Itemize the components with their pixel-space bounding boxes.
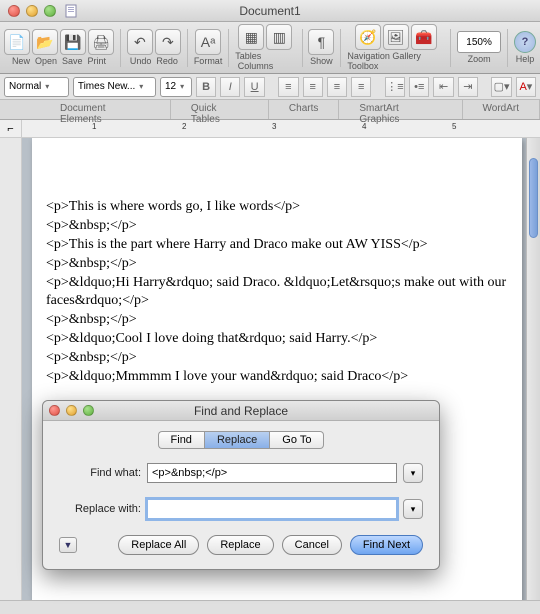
doc-line[interactable]: <p>&ldquo;Hi Harry&rdquo; said Draco. &l… <box>46 274 508 312</box>
tab-find[interactable]: Find <box>158 431 204 449</box>
align-left-button[interactable]: ≡ <box>278 77 298 97</box>
undo-button[interactable]: ↶ <box>127 29 153 55</box>
format-toolbar: Normal▾ Times New...▾ 12▾ B I U ≡ ≡ ≡ ≡ … <box>0 74 540 100</box>
tab-wordart[interactable]: WordArt <box>463 100 540 119</box>
columns-button[interactable]: ▥ <box>266 24 292 50</box>
replace-with-label: Replace with: <box>59 503 141 515</box>
main-toolbar: 📄 📂 💾 🖨 New Open Save Print ↶ ↷ Undo Red… <box>0 22 540 74</box>
show-button[interactable]: ¶ <box>308 29 334 55</box>
minimize-window-button[interactable] <box>26 5 38 17</box>
italic-button[interactable]: I <box>220 77 240 97</box>
scrollbar-thumb[interactable] <box>529 158 538 238</box>
underline-button[interactable]: U <box>244 77 264 97</box>
help-button[interactable]: ? <box>514 31 536 53</box>
highlight-button[interactable]: ▢▾ <box>491 77 511 97</box>
align-right-button[interactable]: ≡ <box>327 77 347 97</box>
doc-line[interactable]: <p>&nbsp;</p> <box>46 349 508 368</box>
cancel-button[interactable]: Cancel <box>282 535 342 555</box>
tab-goto[interactable]: Go To <box>270 431 324 449</box>
doc-line[interactable]: <p>&nbsp;</p> <box>46 255 508 274</box>
numbered-list-button[interactable]: ⋮≡ <box>385 77 405 97</box>
save-button[interactable]: 💾 <box>60 29 86 55</box>
dialog-minimize-button[interactable] <box>66 405 77 416</box>
align-center-button[interactable]: ≡ <box>303 77 323 97</box>
tab-document-elements[interactable]: Document Elements <box>40 100 171 119</box>
doc-line[interactable]: <p>This is the part where Harry and Drac… <box>46 236 508 255</box>
find-replace-dialog: Find and Replace Find Replace Go To Find… <box>42 400 440 570</box>
indent-button[interactable]: ⇥ <box>458 77 478 97</box>
doc-line[interactable]: <p>&ldquo;Mmmmm I love your wand&rdquo; … <box>46 368 508 387</box>
find-history-dropdown[interactable]: ▾ <box>403 463 423 483</box>
gallery-button[interactable]: 🖼 <box>383 24 409 50</box>
redo-button[interactable]: ↷ <box>155 29 181 55</box>
new-button[interactable]: 📄 <box>4 29 30 55</box>
font-combo[interactable]: Times New...▾ <box>73 77 156 97</box>
vertical-scrollbar[interactable] <box>526 138 540 600</box>
format-button[interactable]: Aᵃ <box>195 29 221 55</box>
align-justify-button[interactable]: ≡ <box>351 77 371 97</box>
zoom-window-button[interactable] <box>44 5 56 17</box>
tab-replace[interactable]: Replace <box>204 431 270 449</box>
disclosure-toggle[interactable]: ▼ <box>59 537 77 553</box>
dialog-mode-tabs: Find Replace Go To <box>59 431 423 449</box>
elements-tabs: Document Elements Quick Tables Charts Sm… <box>0 100 540 120</box>
dialog-close-button[interactable] <box>49 405 60 416</box>
zoom-display[interactable]: 150% <box>457 31 501 53</box>
window-titlebar: Document1 <box>0 0 540 22</box>
find-what-input[interactable] <box>147 463 397 483</box>
doc-line[interactable]: <p>This is where words go, I like words<… <box>46 198 508 217</box>
doc-line[interactable]: <p>&nbsp;</p> <box>46 217 508 236</box>
style-combo[interactable]: Normal▾ <box>4 77 69 97</box>
dialog-titlebar[interactable]: Find and Replace <box>43 401 439 421</box>
find-next-button[interactable]: Find Next <box>350 535 423 555</box>
bulleted-list-button[interactable]: •≡ <box>409 77 429 97</box>
replace-with-input[interactable] <box>147 499 397 519</box>
replace-all-button[interactable]: Replace All <box>118 535 199 555</box>
tab-quick-tables[interactable]: Quick Tables <box>171 100 269 119</box>
fontcolor-button[interactable]: A▾ <box>516 77 536 97</box>
replace-button[interactable]: Replace <box>207 535 273 555</box>
vertical-ruler[interactable] <box>0 138 22 600</box>
dialog-zoom-button[interactable] <box>83 405 94 416</box>
window-title: Document1 <box>0 4 540 18</box>
close-window-button[interactable] <box>8 5 20 17</box>
horizontal-ruler[interactable]: 1 2 3 4 5 <box>22 120 540 137</box>
find-what-label: Find what: <box>59 467 141 479</box>
ruler-bar: ⌐ 1 2 3 4 5 <box>0 120 540 138</box>
print-button[interactable]: 🖨 <box>88 29 114 55</box>
tab-stop-selector[interactable]: ⌐ <box>0 120 22 137</box>
replace-history-dropdown[interactable]: ▾ <box>403 499 423 519</box>
status-bar <box>0 600 540 614</box>
tab-smartart[interactable]: SmartArt Graphics <box>339 100 462 119</box>
document-icon <box>64 4 78 18</box>
doc-line[interactable]: <p>&nbsp;</p> <box>46 311 508 330</box>
outdent-button[interactable]: ⇤ <box>433 77 453 97</box>
doc-line[interactable]: <p>&ldquo;Cool I love doing that&rdquo; … <box>46 330 508 349</box>
toolbox-button[interactable]: 🧰 <box>411 24 437 50</box>
fontsize-combo[interactable]: 12▾ <box>160 77 192 97</box>
tab-charts[interactable]: Charts <box>269 100 339 119</box>
navigation-button[interactable]: 🧭 <box>355 24 381 50</box>
dialog-title: Find and Replace <box>43 404 439 418</box>
tables-button[interactable]: ▦ <box>238 24 264 50</box>
open-button[interactable]: 📂 <box>32 29 58 55</box>
bold-button[interactable]: B <box>196 77 216 97</box>
